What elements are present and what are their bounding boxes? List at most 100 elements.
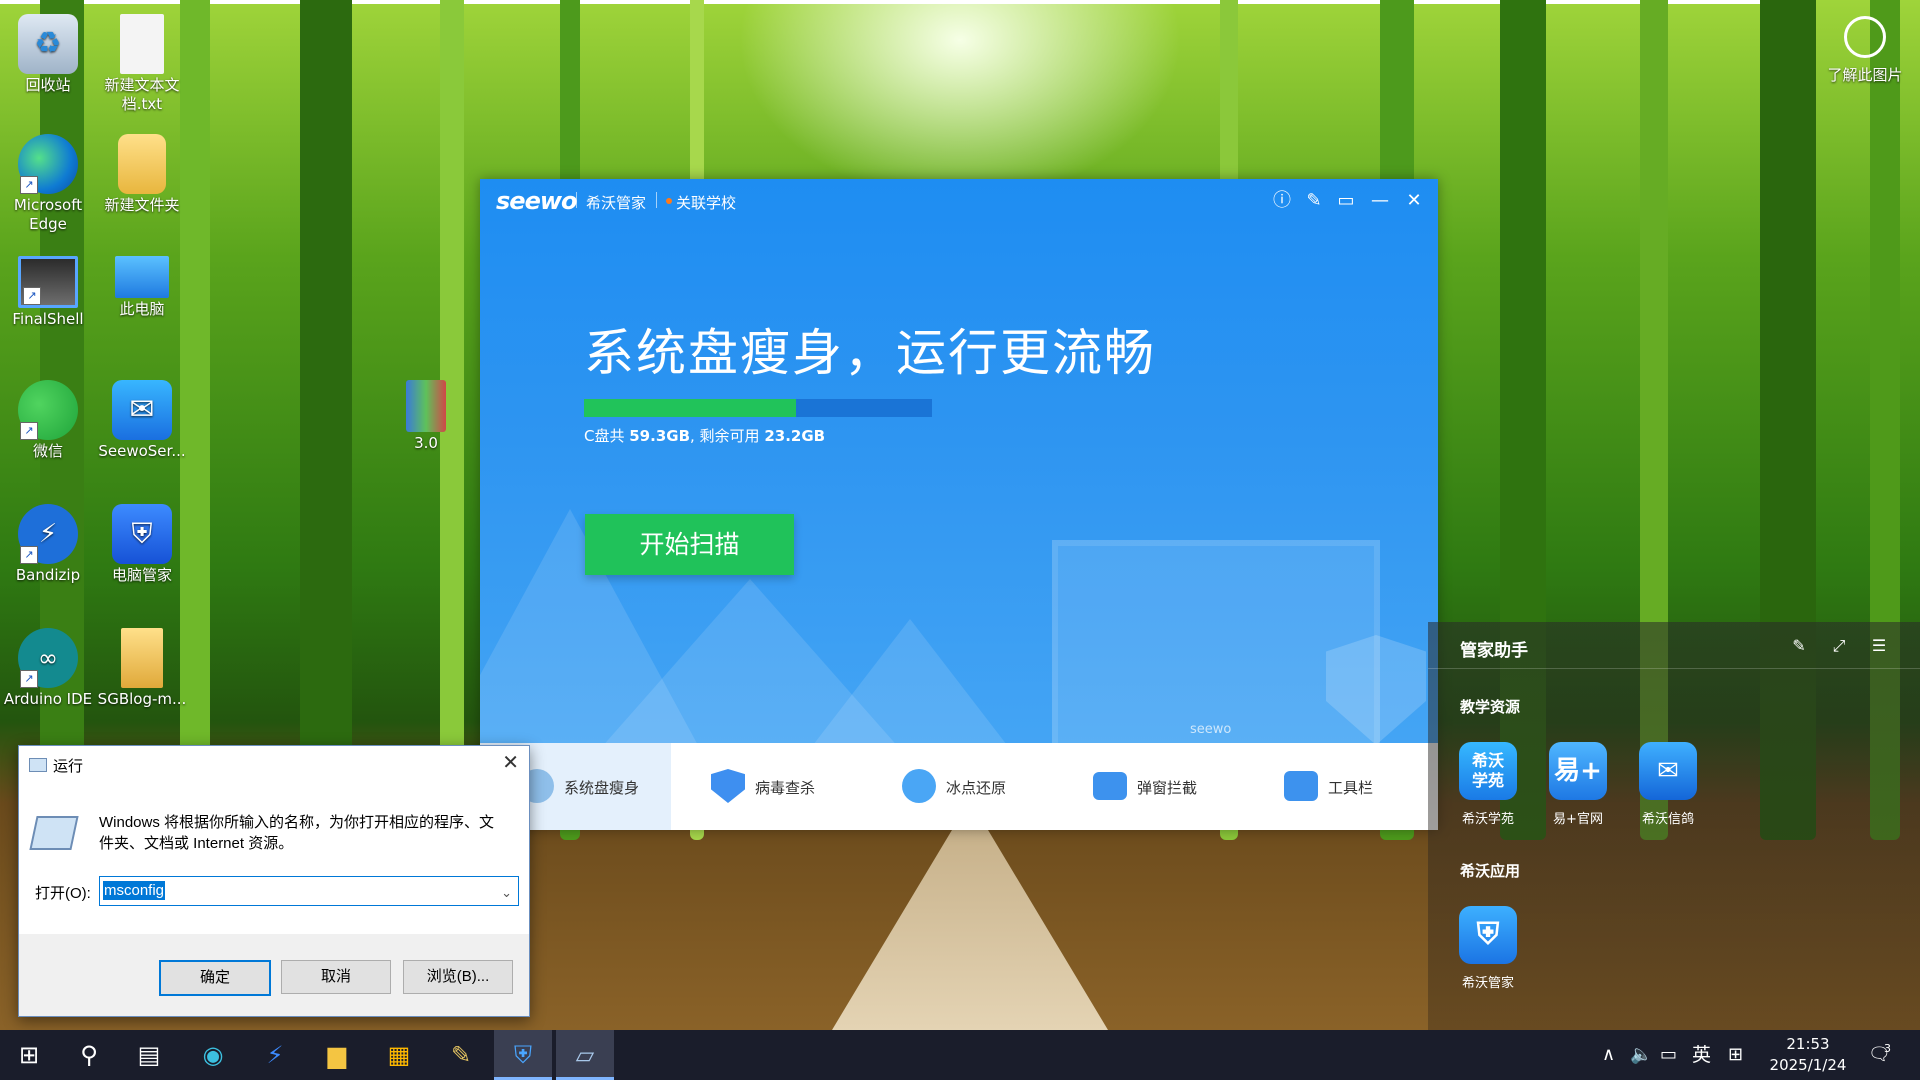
taskbar-bandizip[interactable]: ⚡ <box>246 1030 304 1080</box>
taskbar-store[interactable]: ▦ <box>370 1030 428 1080</box>
desktop-icon-finalshell[interactable]: ↗ FinalShell <box>0 250 96 329</box>
run-dialog[interactable]: 运行 ✕ Windows 将根据你所输入的名称，为你打开相应的程序、文件夹、文档… <box>18 745 530 1017</box>
expand-icon[interactable]: ⤢ <box>1828 636 1850 658</box>
tab-toolbox[interactable]: 工具栏 <box>1244 743 1435 830</box>
desktop-icon-archive-3-0[interactable]: 3.0 <box>378 374 474 453</box>
run-title-icon <box>29 758 47 772</box>
finalshell-icon: ↗ <box>18 256 78 308</box>
arduino-ide-icon: ∞ ↗ <box>18 628 78 688</box>
desktop-icon-label: FinalShell <box>12 310 84 328</box>
seewo-app-name: 希沃管家 <box>586 194 647 212</box>
desktop-icon-sgblog[interactable]: SGBlog-m... <box>94 622 190 709</box>
disk-usage-text: C盘共 59.3GB, 剩余可用 23.2GB <box>584 425 825 446</box>
desktop-icon-new-folder[interactable]: 新建文件夹 <box>94 128 190 215</box>
resource-label: 易+官网 <box>1553 812 1603 827</box>
resource-yi-plus[interactable]: 易+ 易+官网 <box>1538 742 1618 827</box>
close-icon[interactable]: ✕ <box>502 750 519 775</box>
tray-overflow-icon[interactable]: ∧ <box>1602 1030 1615 1080</box>
seewoservice-icon: ✉ <box>112 380 172 440</box>
disk-usage-fill <box>584 399 797 417</box>
shield-lightning-icon <box>711 769 745 803</box>
tab-antivirus[interactable]: 病毒查杀 <box>671 743 862 830</box>
desktop-icon-label: SGBlog-m... <box>97 690 187 708</box>
taskbar-edge[interactable]: ◉ <box>184 1030 242 1080</box>
desktop-icon-seewoservice[interactable]: ✉ SeewoSer... <box>94 374 190 461</box>
bamboo-stalk <box>300 0 352 840</box>
taskbar-tool[interactable]: ✎ <box>432 1030 490 1080</box>
desktop-icon-recycle-bin[interactable]: ♻ 回收站 <box>0 8 96 95</box>
search-button[interactable]: ⚲ <box>60 1030 118 1080</box>
seewo-xinge-icon: ✉ <box>1639 742 1697 800</box>
close-icon[interactable]: ✕ <box>1402 189 1426 213</box>
snowflake-icon <box>902 769 936 803</box>
resource-seewo-xinge[interactable]: ✉ 希沃信鸽 <box>1628 742 1708 827</box>
sgblog-folder-icon <box>121 628 163 688</box>
desktop-icon-bandizip[interactable]: ⚡ ↗ Bandizip <box>0 498 96 585</box>
desktop-icon-label: 3.0 <box>414 434 438 452</box>
menu-icon[interactable]: ☰ <box>1868 636 1890 658</box>
notification-button[interactable]: 🗨 3 <box>1868 1030 1891 1080</box>
start-button[interactable]: ⊞ <box>0 1030 58 1080</box>
minimize-icon[interactable]: — <box>1368 189 1392 213</box>
task-view-button[interactable]: ▤ <box>120 1030 178 1080</box>
link-school-link[interactable]: 关联学校 <box>676 192 736 213</box>
pc-manager-icon: ⛨ <box>112 504 172 564</box>
run-command-input[interactable]: msconfig ⌄ <box>99 876 519 906</box>
network-icon[interactable]: ▭ <box>1660 1030 1677 1080</box>
feedback-icon[interactable]: ✎ <box>1302 189 1326 213</box>
seewo-manager-window[interactable]: seewo seewo 希沃管家 关联学校 ⓘ ✎ ▭ — ✕ 系统盘瘦身，运行… <box>480 179 1438 830</box>
desktop-icon-label: Arduino IDE <box>3 690 93 708</box>
pen-tool-icon: ✎ <box>450 1041 472 1069</box>
ime-layout-icon[interactable]: ⊞ <box>1728 1030 1743 1080</box>
tab-label: 工具栏 <box>1328 779 1374 797</box>
tab-label: 系统盘瘦身 <box>564 779 640 797</box>
resource-seewo-academy[interactable]: 希沃 学苑 希沃学苑 <box>1448 742 1528 827</box>
app-label: 希沃管家 <box>1461 976 1514 991</box>
edit-icon[interactable]: ✎ <box>1788 636 1810 658</box>
cancel-button[interactable]: 取消 <box>281 960 391 994</box>
desktop-icon-arduino-ide[interactable]: ∞ ↗ Arduino IDE <box>0 622 96 709</box>
section-seewo-apps: 希沃应用 <box>1460 862 1521 880</box>
desktop-icon-new-text-file[interactable]: 新建文本文 档.txt <box>94 8 190 114</box>
start-scan-button[interactable]: 开始扫描 <box>585 514 794 575</box>
learn-about-picture[interactable]: 了解此图片 <box>1810 16 1920 85</box>
tab-freeze-restore[interactable]: 冰点还原 <box>862 743 1053 830</box>
taskbar-clock[interactable]: 21:53 2025/1/24 <box>1768 1034 1848 1076</box>
desktop-icon-wechat[interactable]: ↗ 微信 <box>0 374 96 461</box>
disk-usage-bar <box>584 399 932 417</box>
ime-indicator[interactable]: 英 <box>1692 1030 1711 1080</box>
ok-button[interactable]: 确定 <box>159 960 271 996</box>
desktop-icon-label: SeewoSer... <box>98 442 186 460</box>
taskbar-file-explorer[interactable]: ▆ <box>308 1030 366 1080</box>
tab-popup-block[interactable]: 弹窗拦截 <box>1053 743 1244 830</box>
shortcut-arrow-icon: ↗ <box>23 287 41 305</box>
assistant-panel[interactable]: 管家助手 ✎ ⤢ ☰ 教学资源 希沃 学苑 希沃学苑 易+ 易+官网 ✉ 希沃信… <box>1428 622 1920 1030</box>
new-text-file-icon <box>120 14 164 74</box>
yi-plus-icon: 易+ <box>1549 742 1607 800</box>
taskbar-seewo-manager[interactable]: ⛨ <box>494 1030 552 1080</box>
camera-lens-icon <box>1844 16 1886 58</box>
seewo-titlebar[interactable]: seewo 希沃管家 关联学校 ⓘ ✎ ▭ — ✕ <box>480 179 1438 223</box>
seewo-logo: seewo <box>496 187 577 215</box>
app-seewo-manager[interactable]: ⛨ 希沃管家 <box>1448 906 1528 991</box>
seewo-headline: 系统盘瘦身，运行更流畅 <box>584 324 1156 382</box>
title-divider <box>656 192 657 208</box>
screen-icon[interactable]: ▭ <box>1334 189 1358 213</box>
bandizip-icon: ⚡ <box>266 1041 284 1069</box>
desktop-icon-label: Microsoft Edge <box>13 196 83 233</box>
taskbar-run[interactable]: ▱ <box>556 1030 614 1080</box>
new-folder-icon <box>118 134 166 194</box>
desktop-icon-this-pc[interactable]: 此电脑 <box>94 250 190 319</box>
desktop-icon-edge[interactable]: ↗ Microsoft Edge <box>0 128 96 234</box>
tab-label: 弹窗拦截 <box>1137 779 1198 797</box>
run-icon: ▱ <box>575 1041 595 1069</box>
info-icon[interactable]: ⓘ <box>1270 189 1294 213</box>
run-description: Windows 将根据你所输入的名称，为你打开相应的程序、文件夹、文档或 Int… <box>99 814 495 852</box>
chevron-down-icon[interactable]: ⌄ <box>501 879 512 907</box>
desktop-icon-pc-manager[interactable]: ⛨ 电脑管家 <box>94 498 190 585</box>
volume-icon[interactable]: 🔈 <box>1630 1030 1652 1080</box>
forest-path <box>820 830 1120 1030</box>
browse-button[interactable]: 浏览(B)... <box>403 960 513 994</box>
store-icon: ▦ <box>387 1041 411 1069</box>
section-teaching-resources: 教学资源 <box>1460 698 1521 716</box>
